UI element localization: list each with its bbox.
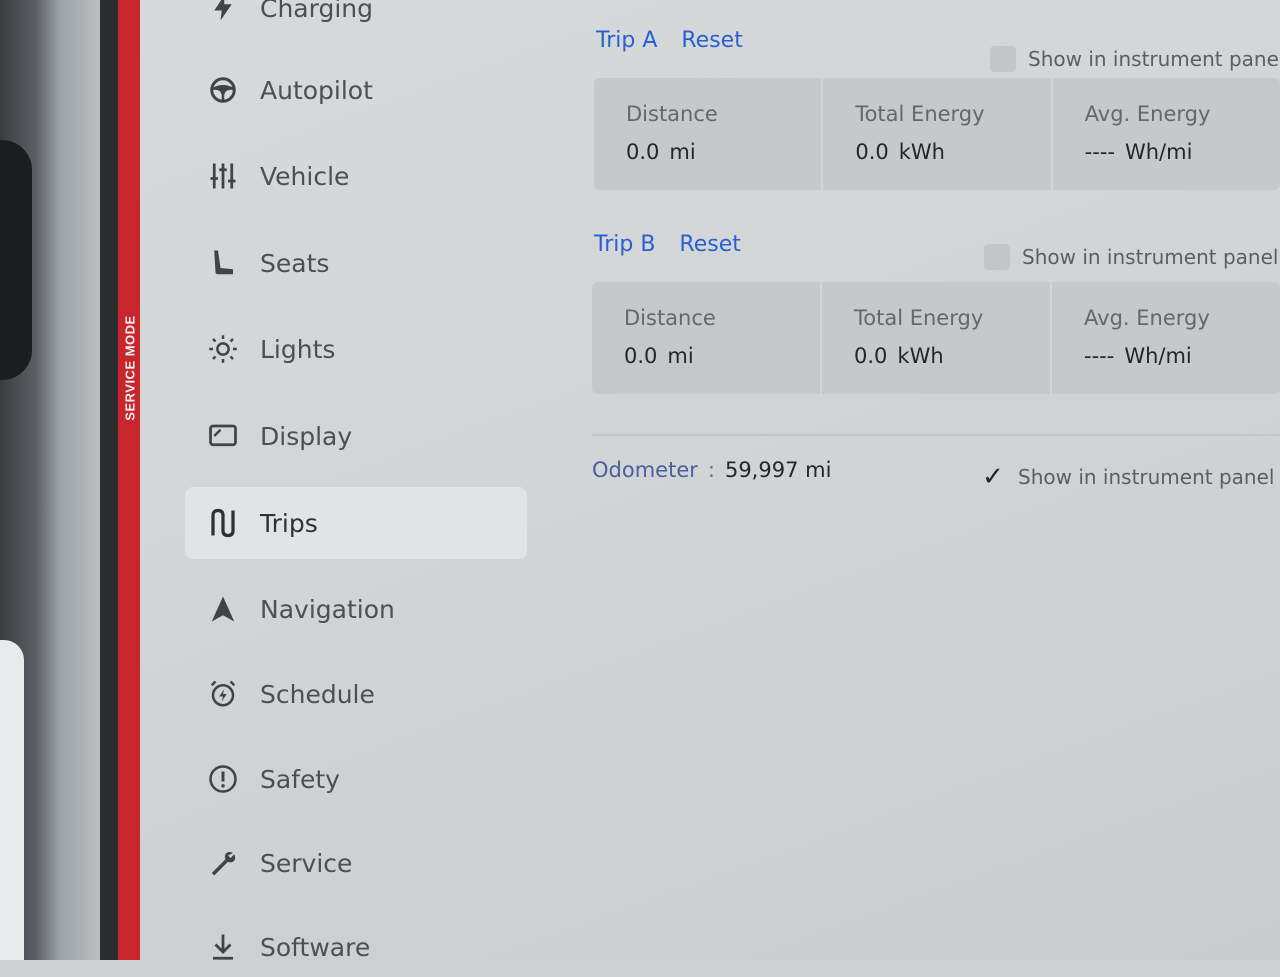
trip-b-card: Distance 0.0 mi Total Energy 0.0 kWh Avg. … bbox=[592, 282, 1280, 394]
trip-b-title: Trip B bbox=[594, 232, 656, 257]
sidebar-item-label: Charging bbox=[260, 0, 373, 23]
sidebar-item-safety[interactable]: Safety bbox=[206, 749, 526, 809]
total-energy-value: 0.0 kWh bbox=[855, 140, 945, 164]
sidebar-item-navigation[interactable]: Navigation bbox=[206, 579, 526, 639]
screen-bezel bbox=[0, 0, 100, 960]
bezel-shadow bbox=[0, 140, 32, 380]
sidebar-item-label: Seats bbox=[260, 248, 330, 278]
trip-a-show-toggle[interactable]: Show in instrument panel bbox=[990, 46, 1280, 72]
sliders-icon bbox=[206, 159, 240, 193]
trip-b-show-checkbox[interactable] bbox=[984, 244, 1010, 270]
alarm-clock-icon bbox=[206, 677, 240, 711]
sidebar-item-label: Autopilot bbox=[260, 75, 373, 105]
distance-label: Distance bbox=[626, 102, 718, 126]
total-energy-label: Total Energy bbox=[854, 306, 984, 330]
exclamation-circle-icon bbox=[206, 762, 240, 796]
distance-label: Distance bbox=[624, 306, 716, 330]
sidebar-item-label: Schedule bbox=[260, 679, 375, 709]
seat-icon bbox=[206, 246, 240, 280]
trip-a-total-energy: Total Energy 0.0 kWh bbox=[823, 78, 1053, 190]
avg-energy-value: ---- Wh/mi bbox=[1084, 344, 1192, 368]
trip-a-title: Trip A bbox=[596, 28, 658, 53]
trip-b-distance: Distance 0.0 mi bbox=[592, 282, 822, 394]
total-energy-label: Total Energy bbox=[855, 102, 985, 126]
trip-a-reset-button[interactable]: Reset bbox=[681, 28, 742, 53]
odometer-readout: Odometer:59,997 mi bbox=[592, 458, 831, 482]
odometer-separator: : bbox=[707, 458, 715, 482]
service-mode-label: SERVICE MODE bbox=[122, 315, 138, 421]
sidebar-item-label: Navigation bbox=[260, 594, 395, 624]
steering-wheel-icon bbox=[206, 73, 240, 107]
trip-a-show-checkbox[interactable] bbox=[990, 46, 1016, 72]
sidebar-item-seats[interactable]: Seats bbox=[206, 233, 526, 293]
checkmark-icon[interactable]: ✓ bbox=[980, 462, 1006, 492]
sidebar-item-trips[interactable]: Trips bbox=[185, 487, 527, 559]
trip-b-show-toggle[interactable]: Show in instrument panel bbox=[984, 244, 1278, 270]
sidebar-item-lights[interactable]: Lights bbox=[206, 319, 526, 379]
bezel-edge bbox=[100, 0, 118, 960]
trip-a-show-label: Show in instrument panel bbox=[1028, 47, 1280, 71]
sidebar-item-vehicle[interactable]: Vehicle bbox=[206, 146, 526, 206]
avg-energy-label: Avg. Energy bbox=[1084, 306, 1210, 330]
section-divider bbox=[592, 434, 1280, 436]
trip-a-distance: Distance 0.0 mi bbox=[594, 78, 824, 190]
distance-value: 0.0 mi bbox=[624, 344, 694, 368]
avg-energy-label: Avg. Energy bbox=[1084, 102, 1211, 126]
sidebar-item-software[interactable]: Software bbox=[206, 917, 526, 977]
sidebar-item-label: Trips bbox=[260, 508, 318, 538]
sidebar-item-label: Display bbox=[260, 421, 353, 451]
trip-a-header: Trip A Reset bbox=[596, 28, 743, 53]
trip-a-card: Distance 0.0 mi Total Energy 0.0 kWh Avg. … bbox=[594, 78, 1280, 190]
sidebar-item-label: Safety bbox=[260, 764, 340, 794]
sidebar-item-label: Software bbox=[260, 932, 371, 962]
sidebar-item-autopilot[interactable]: Autopilot bbox=[206, 60, 526, 120]
sidebar-item-service[interactable]: Service bbox=[206, 833, 526, 893]
sidebar-item-label: Lights bbox=[260, 334, 336, 364]
odometer-value: 59,997 bbox=[724, 458, 799, 482]
service-mode-strip bbox=[118, 0, 140, 960]
trips-icon bbox=[206, 506, 240, 540]
odometer-unit: mi bbox=[805, 458, 832, 482]
wrench-icon bbox=[206, 846, 240, 880]
trip-b-avg-energy: Avg. Energy ---- Wh/mi bbox=[1052, 282, 1280, 394]
sidebar-item-charging[interactable]: Charging bbox=[206, 0, 526, 38]
odometer-show-label: Show in instrument panel bbox=[1018, 465, 1275, 489]
bolt-icon bbox=[206, 0, 240, 25]
sidebar-item-display[interactable]: Display bbox=[206, 406, 526, 466]
bezel-highlight bbox=[0, 640, 24, 960]
total-energy-value: 0.0 kWh bbox=[854, 344, 944, 368]
trip-b-header: Trip B Reset bbox=[594, 232, 741, 257]
navigation-arrow-icon bbox=[206, 592, 240, 626]
trip-b-reset-button[interactable]: Reset bbox=[679, 232, 740, 257]
sidebar-item-schedule[interactable]: Schedule bbox=[206, 664, 526, 724]
sidebar-item-label: Vehicle bbox=[260, 161, 350, 191]
odometer-show-toggle[interactable]: ✓ Show in instrument panel bbox=[980, 462, 1275, 492]
avg-energy-value: ---- Wh/mi bbox=[1084, 140, 1193, 164]
trip-b-total-energy: Total Energy 0.0 kWh bbox=[822, 282, 1052, 394]
sidebar-item-label: Service bbox=[260, 848, 353, 878]
odometer-label: Odometer bbox=[592, 458, 698, 482]
download-arrow-icon bbox=[206, 930, 240, 964]
distance-value: 0.0 mi bbox=[626, 140, 696, 164]
display-icon bbox=[206, 419, 240, 453]
trip-a-avg-energy: Avg. Energy ---- Wh/mi bbox=[1053, 78, 1280, 190]
trip-b-show-label: Show in instrument panel bbox=[1022, 245, 1279, 269]
sun-icon bbox=[206, 332, 240, 366]
